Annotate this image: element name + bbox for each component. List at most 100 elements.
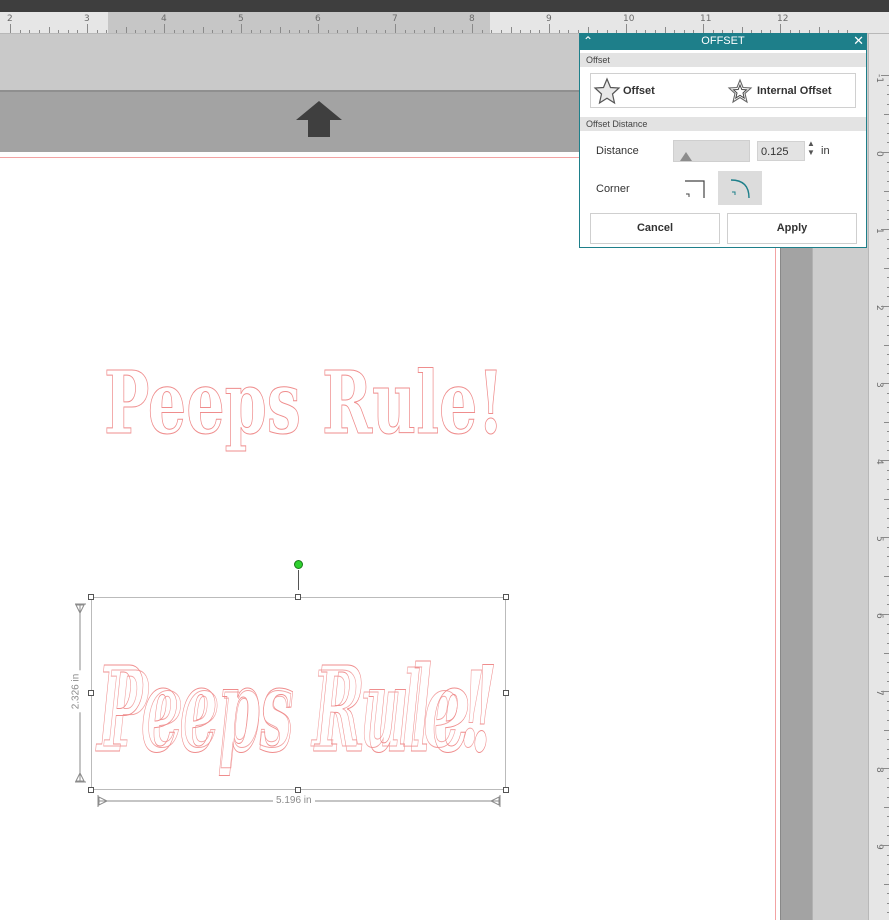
ruler-tick — [385, 30, 387, 33]
ruler-tick — [298, 30, 300, 33]
ruler-label: 12 — [777, 14, 789, 24]
resize-handle-top-right[interactable] — [503, 594, 509, 600]
ruler-tick — [164, 24, 165, 33]
ruler-tick — [135, 30, 137, 33]
ruler-tick — [703, 24, 704, 33]
ruler-tick — [356, 27, 358, 33]
close-icon[interactable]: ✕ — [853, 33, 864, 49]
width-dimension-label: 5.196 in — [273, 795, 315, 806]
panel-title-bar[interactable]: ⌃ OFFSET ✕ — [580, 33, 866, 50]
design-top-text: Peeps Rule! — [104, 353, 504, 454]
ruler-tick — [10, 24, 11, 33]
design-bottom-outline: Peeps Rule! Peeps Rule! — [95, 640, 497, 780]
rotate-handle[interactable] — [294, 560, 303, 569]
resize-handle-bottom-right[interactable] — [503, 787, 509, 793]
ruler-tick — [884, 652, 889, 654]
ruler-tick — [260, 30, 262, 33]
corner-rounded-button[interactable] — [718, 171, 762, 205]
cancel-button[interactable]: Cancel — [590, 213, 720, 244]
ruler-tick — [881, 460, 889, 461]
ruler-tick — [269, 30, 271, 33]
mat-cut-border-right — [775, 157, 776, 920]
ruler-tick — [106, 30, 108, 33]
ruler-label: 2 — [7, 14, 13, 24]
resize-handle-right[interactable] — [503, 690, 509, 696]
ruler-label: 11 — [700, 14, 712, 24]
ruler-tick — [183, 30, 185, 33]
rounded-corner-icon — [730, 179, 750, 199]
ruler-tick — [884, 267, 889, 269]
ruler-label: 10 — [623, 14, 635, 24]
star-outline-icon — [593, 76, 621, 104]
resize-handle-left[interactable] — [88, 690, 94, 696]
ruler-tick — [212, 30, 214, 33]
design-bottom-inner-text: Peeps Rule! — [103, 648, 485, 771]
ruler-tick — [884, 498, 889, 500]
ruler-tick — [192, 30, 194, 33]
ruler-tick — [491, 30, 493, 33]
mat-right-margin — [780, 152, 813, 920]
ruler-label: 4 — [161, 14, 167, 24]
internal-offset-option[interactable]: Internal Offset — [727, 74, 832, 107]
ruler-tick — [433, 27, 435, 33]
section-distance-header: Offset Distance — [580, 117, 866, 131]
title-strip — [0, 0, 889, 12]
offset-option[interactable]: Offset — [593, 74, 655, 107]
rotate-handle-stem — [298, 570, 299, 590]
ruler-tick — [395, 24, 396, 33]
ruler-tick — [881, 845, 889, 846]
ruler-tick — [318, 24, 319, 33]
ruler-tick — [29, 30, 31, 33]
ruler-tick — [202, 27, 204, 33]
ruler-tick — [884, 421, 889, 423]
ruler-tick — [414, 30, 416, 33]
corner-sharp-button[interactable] — [675, 171, 719, 205]
corner-label: Corner — [596, 183, 630, 195]
ruler-tick — [568, 30, 570, 33]
selection-box[interactable]: Peeps Rule! Peeps Rule! — [88, 594, 509, 793]
offset-panel: ⌃ OFFSET ✕ Offset Offset Internal Offset… — [579, 33, 867, 248]
offset-type-group: Offset Internal Offset — [590, 73, 856, 108]
resize-handle-bottom[interactable] — [295, 787, 301, 793]
ruler-tick — [881, 306, 889, 307]
ruler-tick — [279, 27, 281, 33]
ruler-tick — [289, 30, 291, 33]
distance-slider[interactable] — [673, 140, 750, 162]
ruler-tick — [884, 729, 889, 731]
ruler-tick — [19, 30, 21, 33]
ruler-tick — [308, 30, 310, 33]
ruler-tick — [375, 30, 377, 33]
ruler-tick — [881, 229, 889, 230]
ruler-tick — [337, 30, 339, 33]
distance-slider-thumb[interactable] — [680, 152, 692, 161]
ruler-tick — [884, 806, 889, 808]
distance-unit: in — [821, 145, 830, 157]
ruler-tick — [481, 30, 483, 33]
arrow-up-icon[interactable] — [295, 100, 343, 138]
design-top-outline[interactable]: Peeps Rule! — [100, 345, 520, 455]
ruler-tick — [67, 30, 69, 33]
ruler-tick — [115, 30, 117, 33]
ruler-tick — [443, 30, 445, 33]
offset-option-label: Offset — [623, 84, 655, 97]
resize-handle-top[interactable] — [295, 594, 301, 600]
ruler-label: 3 — [84, 14, 90, 24]
panel-title: OFFSET — [701, 35, 745, 47]
sharp-corner-icon — [685, 180, 705, 198]
ruler-tick — [881, 383, 889, 384]
apply-button[interactable]: Apply — [727, 213, 857, 244]
ruler-tick — [510, 27, 512, 33]
ruler-tick — [221, 30, 223, 33]
ruler-tick — [462, 30, 464, 33]
ruler-tick — [884, 575, 889, 577]
internal-offset-option-label: Internal Offset — [757, 84, 832, 97]
height-dimension-label: 2.326 in — [70, 670, 82, 713]
ruler-tick — [154, 30, 156, 33]
ruler-tick — [366, 30, 368, 33]
resize-handle-bottom-left[interactable] — [88, 787, 94, 793]
distance-input[interactable]: 0.125 — [757, 141, 805, 161]
resize-handle-top-left[interactable] — [88, 594, 94, 600]
distance-stepper[interactable]: ▲ ▼ — [807, 139, 815, 157]
ruler-tick — [96, 30, 98, 33]
ruler-tick — [231, 30, 233, 33]
